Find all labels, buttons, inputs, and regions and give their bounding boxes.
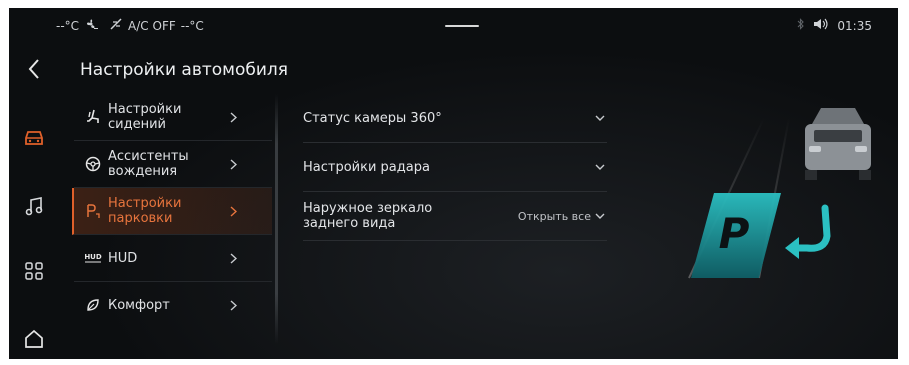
apps-grid-icon	[25, 262, 43, 280]
right-temperature: --°C	[180, 18, 204, 33]
menu-item-driving-assist[interactable]: Ассистенты вождения	[74, 141, 272, 188]
settings-category-list: Настройки сидений Ассистенты вождения На…	[72, 94, 272, 328]
chevron-right-icon	[230, 94, 237, 140]
menu-item-seat-settings[interactable]: Настройки сидений	[74, 94, 272, 141]
row-label: Статус камеры 360°	[303, 110, 442, 126]
dropdown-value: Открыть все	[517, 209, 591, 223]
menu-item-label: Настройки	[108, 196, 182, 211]
chevron-right-icon	[230, 282, 237, 328]
menu-item-parking-settings[interactable]: Настройки парковки	[72, 188, 272, 235]
chevron-right-icon	[230, 188, 237, 234]
ac-icon	[109, 18, 123, 33]
car-icon	[25, 131, 43, 145]
menu-item-sublabel: вождения	[108, 164, 178, 179]
home-button[interactable]	[17, 322, 51, 356]
menu-item-comfort[interactable]: Комфорт	[74, 282, 272, 328]
home-icon	[25, 329, 43, 348]
status-bar: --°C A/C OFF --°C 01:35	[9, 8, 898, 42]
parking-settings-panel: Статус камеры 360° Настройки радара Нару…	[303, 94, 607, 241]
rear-mirror-dropdown[interactable]: Открыть все	[518, 192, 605, 240]
bluetooth-icon	[797, 18, 805, 33]
car-settings-nav-button[interactable]	[17, 121, 51, 155]
notification-drag-handle[interactable]	[445, 25, 479, 27]
apps-nav-button[interactable]	[17, 254, 51, 288]
climate-status[interactable]: --°C A/C OFF --°C	[56, 18, 204, 33]
camera-360-status-row[interactable]: Статус камеры 360°	[303, 94, 607, 143]
menu-item-sublabel: сидений	[108, 117, 166, 132]
leaf-icon	[78, 298, 108, 312]
reverse-arrow-icon	[785, 204, 831, 259]
panel-divider	[275, 94, 278, 344]
app-rail	[9, 42, 59, 359]
back-arrow-icon	[28, 59, 39, 79]
chevron-down-icon	[595, 213, 605, 219]
radar-settings-row[interactable]: Настройки радара	[303, 143, 607, 192]
steering-wheel-icon	[78, 156, 108, 172]
chevron-right-icon	[230, 235, 237, 281]
menu-item-hud[interactable]: HUD HUD	[74, 235, 272, 282]
chevron-down-icon	[595, 143, 605, 191]
seat-icon	[78, 109, 108, 125]
row-label: Наружное зеркало	[303, 201, 433, 216]
menu-item-sublabel: парковки	[108, 211, 173, 226]
car-settings-screen: --°C A/C OFF --°C 01:35 Настройки автомо…	[9, 8, 898, 359]
row-sublabel: заднего вида	[303, 216, 396, 231]
row-label: Настройки радара	[303, 159, 430, 175]
left-temperature: --°C	[56, 18, 80, 33]
parking-spot-icon: P	[691, 193, 781, 278]
svg-text:P: P	[719, 209, 750, 258]
menu-item-label: Ассистенты	[108, 149, 189, 164]
volume-icon[interactable]	[813, 18, 829, 33]
music-note-icon	[25, 197, 43, 216]
clock: 01:35	[837, 18, 872, 33]
ac-status-text: A/C OFF	[128, 18, 176, 33]
page-title: Настройки автомобиля	[80, 60, 289, 80]
parking-illustration: P	[649, 108, 879, 308]
menu-item-label: HUD	[108, 250, 138, 266]
parking-icon	[78, 203, 108, 219]
hud-icon: HUD	[78, 251, 108, 265]
svg-text:HUD: HUD	[84, 253, 102, 261]
car-rear-view-icon	[805, 108, 871, 180]
rear-mirror-row[interactable]: Наружное зеркало заднего вида Открыть вс…	[303, 192, 607, 241]
back-button[interactable]	[17, 52, 51, 86]
fan-icon	[84, 18, 99, 33]
media-nav-button[interactable]	[17, 190, 51, 224]
system-status: 01:35	[797, 18, 872, 33]
menu-item-label: Настройки	[108, 102, 182, 117]
menu-item-label: Комфорт	[108, 297, 170, 313]
chevron-down-icon	[595, 94, 605, 142]
chevron-right-icon	[230, 141, 237, 187]
